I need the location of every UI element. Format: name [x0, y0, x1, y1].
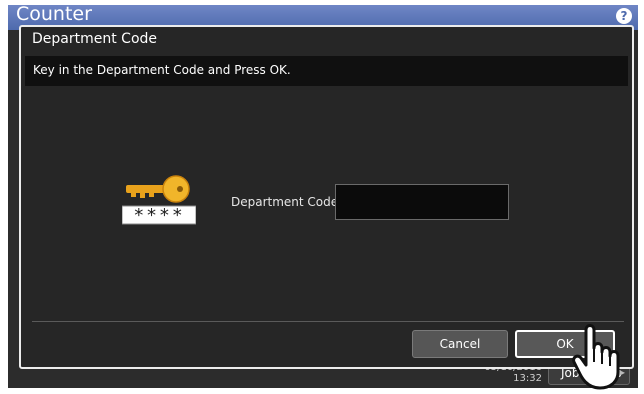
- divider: [32, 321, 624, 322]
- department-code-dialog: Department Code Key in the Department Co…: [19, 25, 634, 369]
- department-code-label: Department Code: [231, 195, 339, 209]
- hand-pointer-icon: [572, 324, 620, 390]
- department-code-input[interactable]: [335, 184, 509, 220]
- help-icon[interactable]: ?: [616, 8, 632, 24]
- cancel-button[interactable]: Cancel: [412, 330, 508, 358]
- instruction-message: Key in the Department Code and Press OK.: [33, 63, 291, 77]
- masked-code: ****: [133, 205, 184, 226]
- message-bar: Key in the Department Code and Press OK.: [25, 56, 628, 86]
- app-title: Counter: [16, 5, 92, 25]
- dialog-title: Department Code: [32, 31, 158, 47]
- key-icon: ****: [122, 175, 196, 226]
- status-time: 13:32: [513, 373, 542, 384]
